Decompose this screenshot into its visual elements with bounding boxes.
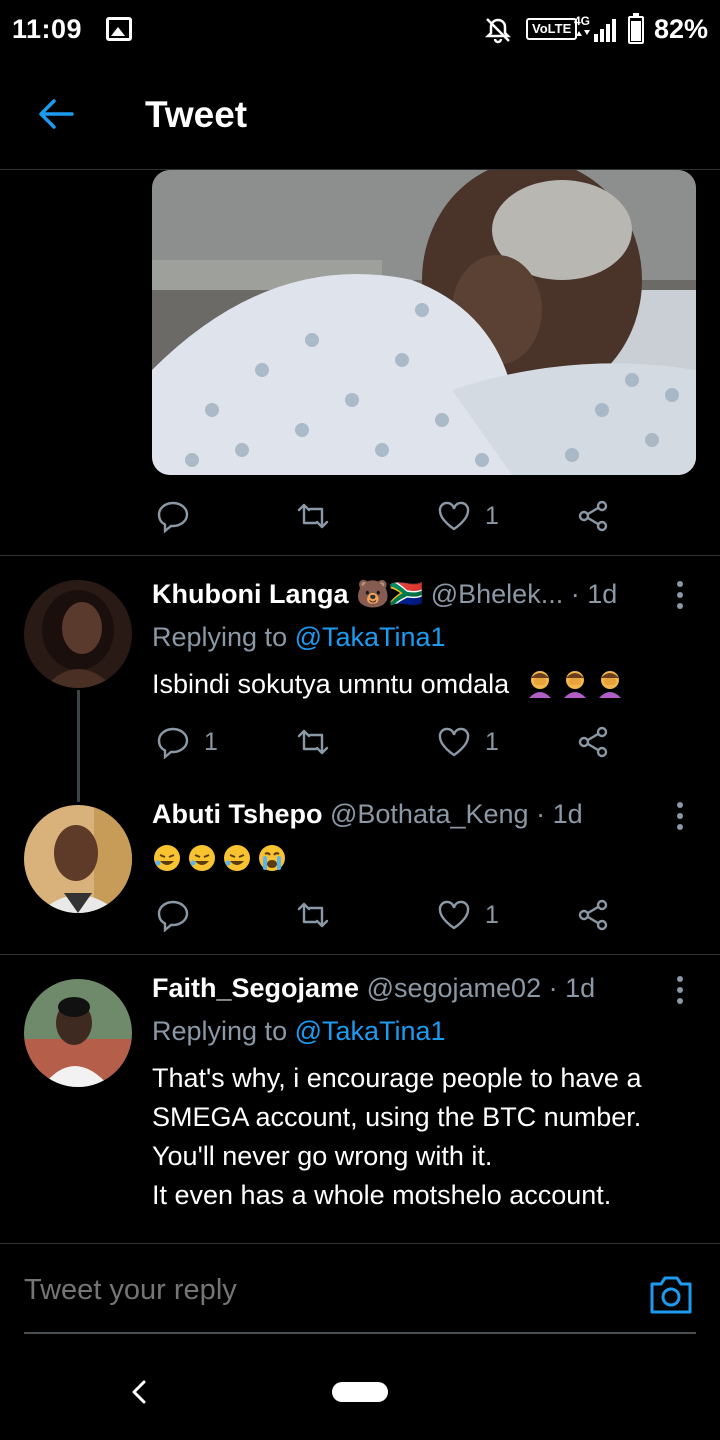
back-arrow-icon[interactable] bbox=[36, 94, 76, 134]
like-count: 1 bbox=[485, 727, 499, 756]
reply-count: 1 bbox=[204, 727, 218, 756]
avatar[interactable] bbox=[24, 580, 132, 688]
status-bar: 11:09 VoLTE 4G 82% bbox=[0, 0, 720, 62]
reply-icon bbox=[157, 727, 189, 759]
app-header: Tweet bbox=[0, 62, 720, 170]
replying-prefix: Replying to bbox=[152, 1016, 295, 1046]
timestamp: · 1d bbox=[536, 799, 583, 829]
reply-icon bbox=[157, 900, 189, 932]
display-name[interactable]: Khuboni Langa 🐻🇿🇦 bbox=[152, 579, 423, 609]
rofl-emoji-icon bbox=[189, 845, 215, 871]
like-button[interactable]: 1 bbox=[437, 496, 499, 536]
reply-button[interactable] bbox=[156, 895, 190, 935]
share-button[interactable] bbox=[576, 895, 610, 935]
display-name[interactable]: Faith_Segojame bbox=[152, 973, 359, 1003]
avatar[interactable] bbox=[24, 805, 132, 913]
mention-link[interactable]: @TakaTina1 bbox=[295, 1016, 446, 1046]
tweet-actions: 1 bbox=[152, 496, 672, 536]
divider bbox=[0, 555, 720, 556]
retweet-icon bbox=[297, 902, 329, 928]
facepalm-emojis bbox=[517, 669, 630, 699]
system-home-pill[interactable] bbox=[332, 1382, 388, 1402]
reply-button[interactable]: 1 bbox=[156, 722, 218, 762]
more-options-icon[interactable] bbox=[670, 973, 690, 1009]
like-button[interactable]: 1 bbox=[437, 895, 499, 935]
retweet-icon bbox=[297, 729, 329, 755]
battery-icon bbox=[628, 13, 644, 44]
share-icon bbox=[578, 726, 608, 758]
input-underline bbox=[24, 1332, 696, 1334]
reply-body: Isbindi sokutya umntu omdala bbox=[152, 669, 510, 699]
avatar-image bbox=[24, 805, 132, 913]
avatar-image bbox=[24, 580, 132, 688]
reply-icon bbox=[157, 501, 189, 533]
retweet-button[interactable] bbox=[296, 722, 330, 762]
mute-icon bbox=[484, 18, 512, 44]
share-icon bbox=[578, 500, 608, 532]
system-back-icon[interactable] bbox=[126, 1378, 154, 1406]
heart-icon bbox=[438, 727, 470, 757]
rofl-emoji-icon bbox=[154, 845, 180, 871]
retweet-button[interactable] bbox=[296, 895, 330, 935]
share-icon bbox=[578, 899, 608, 931]
status-time: 11:09 bbox=[12, 14, 83, 44]
facepalm-emoji-icon bbox=[598, 671, 621, 698]
retweet-button[interactable] bbox=[296, 496, 330, 536]
like-count: 1 bbox=[485, 900, 499, 929]
reply-header: Khuboni Langa 🐻🇿🇦 @Bhelek... · 1d bbox=[152, 578, 662, 618]
reply-actions: 1 bbox=[152, 895, 672, 935]
username[interactable]: @Bothata_Keng bbox=[330, 799, 529, 829]
rofl-emoji-icon bbox=[224, 845, 250, 871]
reply-composer bbox=[0, 1243, 720, 1343]
volte-badge: VoLTE bbox=[526, 18, 578, 40]
share-button[interactable] bbox=[576, 496, 610, 536]
replying-to: Replying to @TakaTina1 bbox=[152, 1016, 446, 1047]
thread-connector bbox=[77, 690, 80, 802]
timestamp: · 1d bbox=[548, 973, 596, 1003]
avatar-image bbox=[24, 979, 132, 1087]
page-title: Tweet bbox=[145, 94, 248, 135]
facepalm-emoji-icon bbox=[563, 671, 586, 698]
username[interactable]: @segojame02 bbox=[367, 973, 542, 1003]
more-options-icon[interactable] bbox=[670, 799, 690, 835]
reply-input[interactable] bbox=[24, 1274, 624, 1307]
timestamp: · 1d bbox=[570, 579, 618, 609]
signal-icon bbox=[576, 19, 616, 42]
reply-header: Faith_Segojame @segojame02 · 1d bbox=[152, 973, 662, 1013]
reply-emojis bbox=[152, 840, 702, 879]
share-button[interactable] bbox=[576, 722, 610, 762]
reply-header: Abuti Tshepo @Bothata_Keng · 1d bbox=[152, 799, 662, 839]
heart-icon bbox=[438, 501, 470, 531]
crying-emoji-icon bbox=[259, 845, 285, 871]
gallery-notification-icon bbox=[106, 17, 132, 41]
reply-actions: 1 1 bbox=[152, 722, 672, 762]
photo-illustration bbox=[152, 170, 696, 475]
like-button[interactable]: 1 bbox=[437, 722, 499, 762]
reply-text: Isbindi sokutya umntu omdala bbox=[152, 665, 702, 704]
mention-link[interactable]: @TakaTina1 bbox=[295, 622, 446, 652]
reply-text: That's why, i encourage people to have a… bbox=[152, 1063, 642, 1210]
retweet-icon bbox=[297, 503, 329, 529]
username[interactable]: @Bhelek... bbox=[431, 579, 563, 609]
avatar[interactable] bbox=[24, 979, 132, 1087]
more-options-icon[interactable] bbox=[670, 578, 690, 614]
like-count: 1 bbox=[485, 501, 499, 530]
battery-percent: 82% bbox=[654, 14, 709, 44]
divider bbox=[0, 954, 720, 955]
display-name[interactable]: Abuti Tshepo bbox=[152, 799, 322, 829]
tweet-media-photo[interactable] bbox=[152, 170, 696, 475]
replying-to: Replying to @TakaTina1 bbox=[152, 622, 446, 653]
camera-icon[interactable] bbox=[648, 1274, 694, 1316]
reply-button[interactable] bbox=[156, 496, 190, 536]
facepalm-emoji-icon bbox=[528, 671, 551, 698]
replying-prefix: Replying to bbox=[152, 622, 295, 652]
heart-icon bbox=[438, 900, 470, 930]
